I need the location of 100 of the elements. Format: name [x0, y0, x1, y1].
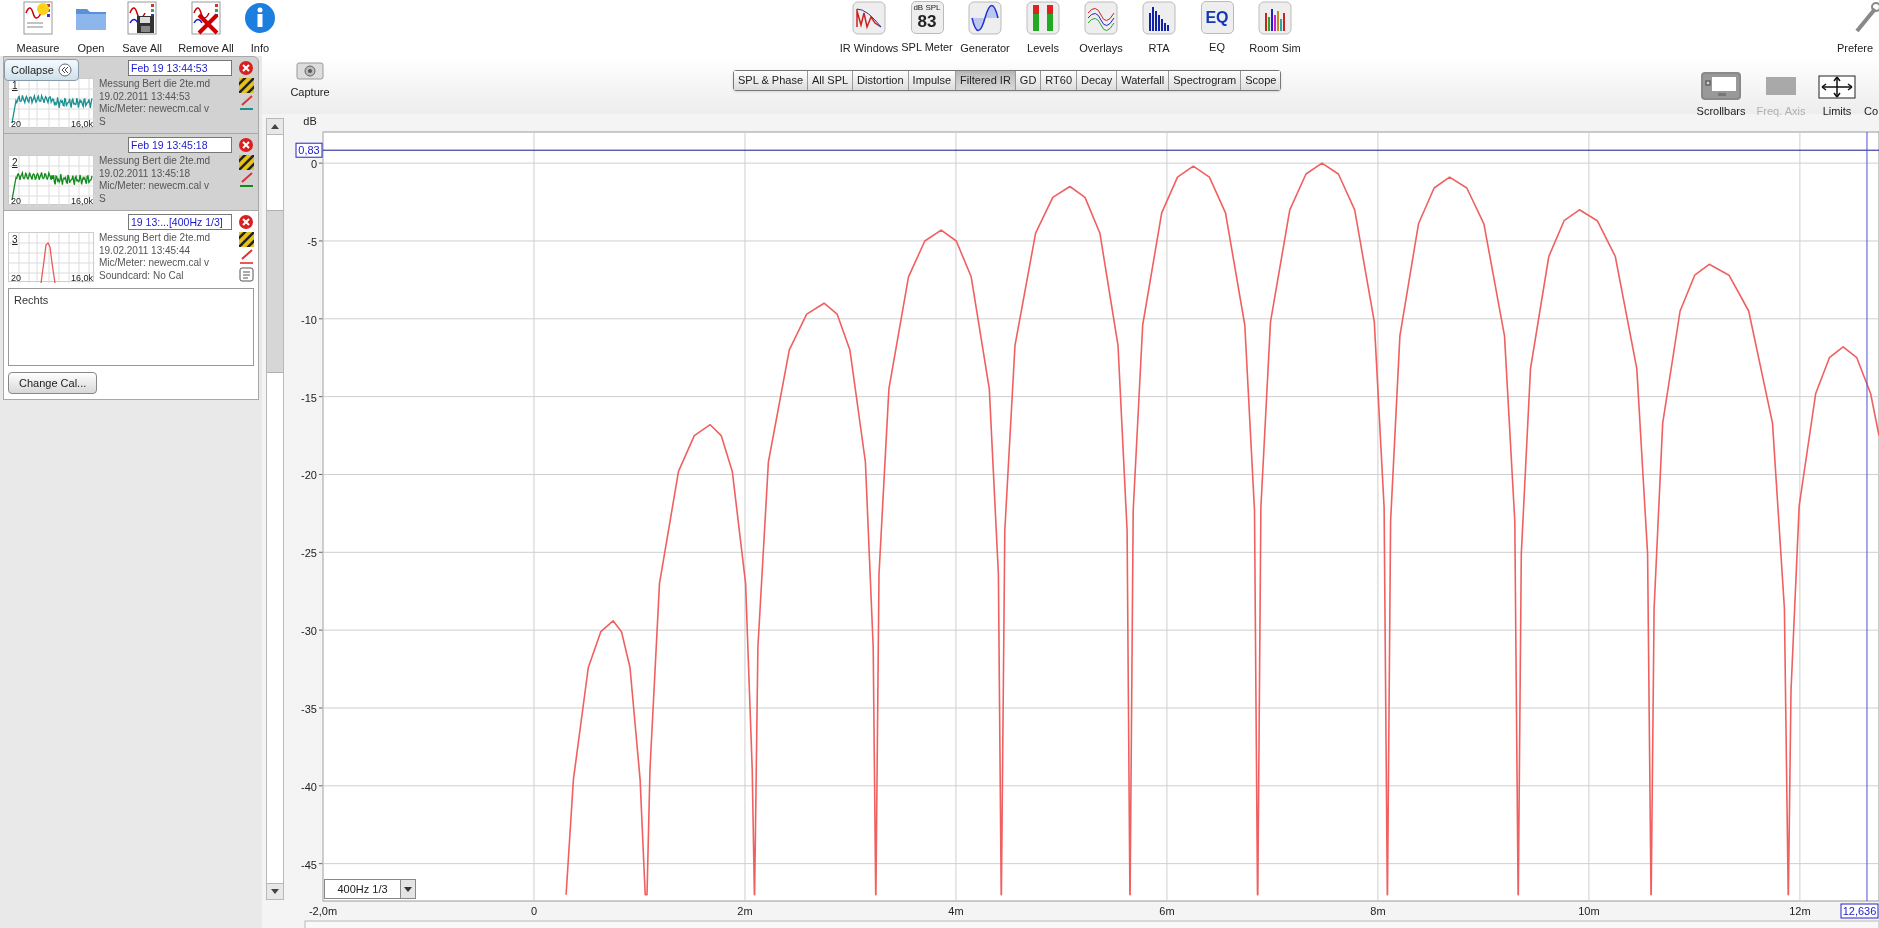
response-thumbnail[interactable]: 3 20 16,0k: [8, 232, 94, 282]
measurement-card[interactable]: Feb 19 13:45:18 2 20 16,0k Messung Bert die 2te.md 19.02.2011 13:45:18 Mic/Meter: newecm.cal v S: [3, 133, 259, 211]
info-button[interactable]: Info: [242, 0, 278, 55]
up-triangle-icon: [271, 124, 279, 129]
trace-number: 3: [12, 234, 18, 245]
preferences-button[interactable]: Prefere: [1837, 0, 1879, 55]
down-triangle-icon: [271, 889, 279, 894]
meter-readout-icon: dB SPL 83: [910, 1, 944, 34]
measurement-name-field[interactable]: 19 13:...[400Hz 1/3]: [128, 214, 232, 230]
waveform-icon: [852, 1, 886, 35]
measure-button[interactable]: Measure: [8, 0, 68, 55]
y-tick-label: -40: [301, 780, 317, 793]
scrollbars-button[interactable]: Scrollbars: [1691, 70, 1751, 120]
axis-min-label: 20: [11, 119, 21, 129]
y-tick-label: -5: [307, 235, 317, 248]
remove-all-button[interactable]: Remove All: [170, 0, 242, 55]
generator-button[interactable]: Generator: [956, 0, 1014, 55]
double-chevron-icon: [57, 63, 72, 77]
cursor-horizontal-line[interactable]: [322, 149, 1879, 151]
cursor-vertical-line[interactable]: [1866, 131, 1868, 902]
trace-number: 1: [12, 80, 18, 91]
measurement-info-text: S: [99, 115, 107, 128]
measurement-info-text: Mic/Meter: newecm.cal v: [99, 103, 211, 116]
close-icon: [238, 137, 254, 153]
cursor-value-label: 12,636: [1840, 903, 1879, 919]
axis-min-label: 20: [11, 196, 21, 206]
overlays-button[interactable]: Overlays: [1072, 0, 1130, 55]
save-all-button[interactable]: Save All: [114, 0, 170, 55]
document-icon: [238, 267, 254, 282]
graph-tab[interactable]: SPL & Phase: [734, 71, 808, 90]
graph-tab[interactable]: Impulse: [907, 71, 956, 90]
x-tick-label: 4m: [948, 905, 964, 917]
caret-icon: [404, 886, 412, 892]
smoothing-dropdown[interactable]: 400Hz 1/3: [324, 879, 416, 899]
graph-tab[interactable]: Scope: [1240, 71, 1281, 90]
graph-tab[interactable]: RT60: [1040, 71, 1077, 90]
measurement-info-text: Soundcard: No Cal: [99, 269, 185, 282]
measurement-name-field[interactable]: Feb 19 13:45:18: [128, 137, 232, 153]
wrench-icon: [1853, 1, 1879, 35]
y-tick-label: -45: [301, 858, 317, 871]
chart-edit-icon: [238, 232, 254, 247]
chart-edit-icon: [238, 155, 254, 170]
graph-tab[interactable]: GD: [1014, 71, 1041, 90]
measurement-info-text: Messung Bert die 2te.md: [99, 78, 212, 91]
toolbar-button[interactable]: Co: [1863, 70, 1879, 120]
axis-min-label: 20: [11, 273, 21, 283]
graph-tab[interactable]: Spectrogram: [1168, 71, 1241, 90]
level-meter-icon: [1026, 1, 1060, 35]
graph-tab[interactable]: All SPL: [807, 71, 853, 90]
y-tick-label: -20: [301, 469, 317, 482]
measurement-name-field[interactable]: Feb 19 13:44:53: [128, 60, 232, 76]
y-axis-label: dB: [303, 115, 317, 127]
x-tick-label: 8m: [1370, 905, 1386, 917]
scrollbar-thumb[interactable]: [267, 210, 283, 373]
levels-button[interactable]: Levels: [1014, 0, 1072, 55]
overlay-waves-icon: [1084, 1, 1118, 35]
eq-logo-icon: EQ: [1200, 1, 1234, 34]
ir-windows-button[interactable]: IR Windows: [840, 0, 898, 55]
pen-icon: [238, 95, 254, 111]
graph-tab[interactable]: Waterfall: [1116, 71, 1169, 90]
horizontal-scrollbar[interactable]: [304, 920, 1879, 928]
room-sim-button[interactable]: Room Sim: [1246, 0, 1304, 55]
four-way-arrow-icon: [1818, 73, 1856, 99]
change-cal-button[interactable]: Change Cal...: [8, 372, 98, 394]
scroll-down-button[interactable]: [267, 883, 283, 899]
measurement-info-text: 19.02.2011 13:45:44: [99, 244, 191, 257]
axis-max-label: 16,0k: [70, 119, 93, 129]
y-tick-label: -10: [301, 313, 317, 326]
capture-button[interactable]: Capture: [288, 60, 332, 101]
axis-max-label: 16,0k: [70, 196, 93, 206]
x-tick-label: 12m: [1789, 905, 1811, 917]
close-icon: [238, 214, 254, 230]
rta-button[interactable]: RTA: [1130, 0, 1188, 55]
measurement-info-text: 19.02.2011 13:44:53: [99, 90, 191, 103]
response-thumbnail[interactable]: 1 20 16,0k: [8, 78, 94, 128]
open-button[interactable]: Open: [68, 0, 114, 55]
response-thumbnail[interactable]: 2 20 16,0k: [8, 155, 94, 205]
graph-tab[interactable]: Filtered IR: [955, 71, 1015, 90]
bar-graph-icon: [1142, 1, 1176, 35]
measurement-info-text: Messung Bert die 2te.md: [99, 232, 212, 245]
x-tick-label: 6m: [1159, 905, 1175, 917]
pen-icon: [238, 249, 254, 265]
axis-max-label: 16,0k: [70, 273, 93, 283]
graph-tab[interactable]: Decay: [1076, 71, 1117, 90]
measurement-info-text: Messung Bert die 2te.md: [99, 155, 212, 168]
y-tick-label: -25: [301, 547, 317, 560]
graph-tab[interactable]: Distortion: [852, 71, 908, 90]
measurement-card[interactable]: 19 13:...[400Hz 1/3] 3 20 16,0k Messung Bert die 2te.md 19.02.2011 13:45:44 Mic/Meter: newecm.cal v Soundcard: No Cal Rechts Change Cal...: [3, 210, 259, 400]
x-tick-label: 0: [530, 905, 538, 917]
scroll-up-button[interactable]: [267, 119, 283, 135]
collapse-button[interactable]: Collapse: [4, 59, 79, 81]
spl-meter-button[interactable]: dB SPL 83 SPL Meter: [898, 0, 956, 54]
scrollbar-window-icon: [1702, 73, 1740, 99]
color-bars-icon: [1258, 1, 1292, 35]
notes-field[interactable]: Rechts: [8, 288, 254, 366]
vertical-scrollbar[interactable]: [266, 118, 284, 900]
eq-button[interactable]: EQ EQ: [1188, 0, 1246, 54]
x-tick-label: 2m: [737, 905, 753, 917]
limits-button[interactable]: Limits: [1811, 70, 1863, 120]
camera-icon: [296, 60, 324, 80]
